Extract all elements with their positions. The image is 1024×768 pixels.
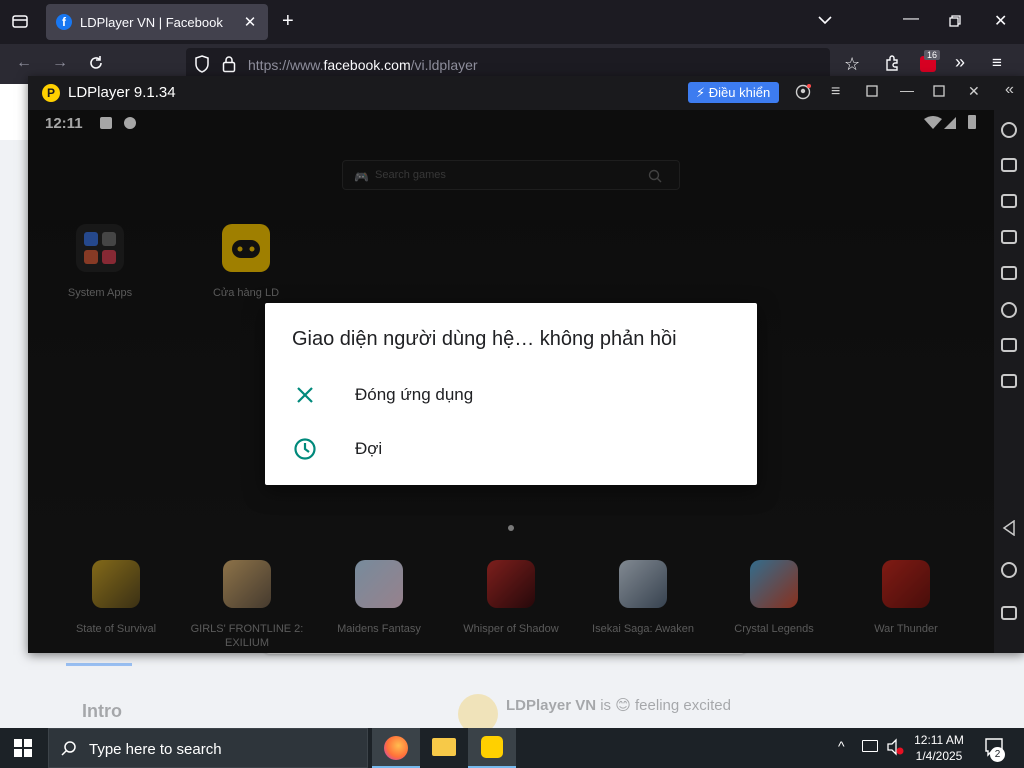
extension-badge-count: 16 — [924, 50, 941, 60]
extensions-icon[interactable] — [884, 55, 900, 76]
close-app-label: Đóng ứng dụng — [355, 385, 474, 404]
volume-muted-icon[interactable] — [886, 738, 904, 761]
account-icon[interactable] — [795, 84, 811, 103]
minimize-window-icon[interactable]: — — [903, 10, 919, 28]
clock-icon — [293, 437, 317, 461]
menu-hamburger-icon[interactable]: ≡ — [992, 53, 1002, 73]
clock-date: 1/4/2025 — [915, 749, 963, 763]
android-home-icon[interactable] — [1001, 562, 1017, 578]
forward-icon[interactable]: → — [52, 54, 68, 72]
taskbar-file-explorer[interactable] — [420, 728, 468, 768]
close-window-icon[interactable]: ✕ — [994, 11, 1007, 31]
url-path: /vi.ldplayer — [410, 57, 478, 73]
post-author[interactable]: LDPlayer VN — [506, 697, 596, 714]
network-icon[interactable] — [862, 740, 878, 752]
more-tools-icon[interactable] — [1001, 374, 1017, 388]
ldplayer-window: P LDPlayer 9.1.34 ⚡ Điều khiển ≡ — ✕ « 1… — [28, 76, 1024, 653]
back-icon[interactable]: ← — [16, 54, 32, 72]
facebook-post-header: LDPlayer VN is 😊 feeling excited — [458, 694, 748, 734]
facebook-header-strip — [0, 84, 28, 140]
reload-icon[interactable] — [88, 55, 104, 76]
ld-maximize-icon[interactable] — [933, 84, 945, 100]
firefox-icon — [384, 736, 408, 760]
ldplayer-window-title: LDPlayer 9.1.34 — [68, 84, 176, 101]
volume-up-icon[interactable] — [1001, 194, 1017, 208]
windows-start-icon[interactable] — [14, 739, 32, 762]
search-icon — [61, 740, 77, 761]
restore-window-icon[interactable] — [949, 14, 961, 32]
ldplayer-logo-icon: P — [42, 84, 60, 102]
notification-count-badge: 2 — [990, 747, 1005, 762]
facebook-favicon-icon: f — [56, 14, 72, 30]
url-text[interactable]: https://www.facebook.com/vi.ldplayer — [248, 57, 478, 73]
fullscreen-icon[interactable] — [1001, 266, 1017, 280]
tracking-protection-shield-icon[interactable] — [194, 55, 210, 78]
settings-icon[interactable] — [1001, 122, 1017, 138]
clock-time: 12:11 AM — [914, 733, 964, 747]
taskbar-search-text: Type here to search — [89, 741, 222, 758]
android-screen: 12:11 🎮 Search games System Apps Cửa hàn… — [28, 110, 994, 653]
ld-close-icon[interactable]: ✕ — [968, 83, 980, 100]
windows-taskbar: Type here to search ^ 12:11 AM 1/4/2025 … — [0, 728, 1024, 768]
android-back-icon[interactable] — [1002, 519, 1016, 541]
android-recents-icon[interactable] — [1001, 606, 1017, 620]
taskbar-clock[interactable]: 12:11 AM 1/4/2025 — [906, 732, 972, 764]
wait-option[interactable]: Đợi — [265, 425, 757, 473]
dialog-title: Giao diện người dùng hệ… không phản hồi — [292, 328, 677, 350]
taskbar-search-box[interactable]: Type here to search — [48, 728, 368, 768]
folder-icon — [432, 738, 456, 756]
intro-heading: Intro — [82, 701, 122, 721]
ldplayer-title-bar: P LDPlayer 9.1.34 ⚡ Điều khiển ≡ — ✕ « — [28, 76, 1024, 110]
close-x-icon — [293, 383, 317, 407]
collapse-sidebar-icon[interactable]: « — [1005, 81, 1014, 99]
taskbar-firefox[interactable] — [372, 728, 420, 768]
bookmark-star-icon[interactable]: ☆ — [844, 54, 860, 75]
add-apk-icon[interactable] — [1001, 338, 1017, 352]
list-all-tabs-icon[interactable] — [818, 12, 832, 30]
volume-down-icon[interactable] — [1001, 230, 1017, 244]
tab-title: LDPlayer VN | Facebook — [80, 14, 223, 30]
url-domain: facebook.com — [323, 57, 411, 73]
taskbar-ldplayer[interactable] — [468, 728, 516, 768]
show-hidden-icons-chevron-icon[interactable]: ^ — [838, 738, 845, 754]
ld-minimize-icon[interactable]: — — [900, 82, 914, 98]
close-app-option[interactable]: Đóng ứng dụng — [265, 371, 757, 419]
operation-record-icon[interactable] — [1001, 302, 1017, 318]
firefox-view-icon[interactable] — [11, 12, 29, 35]
ld-menu-icon[interactable]: ≡ — [831, 83, 840, 101]
control-button-label: Điều khiển — [708, 85, 771, 100]
wait-label: Đợi — [355, 439, 383, 458]
lock-icon[interactable] — [222, 55, 236, 78]
post-author-line: LDPlayer VN is 😊 feeling excited — [506, 696, 731, 714]
new-tab-icon[interactable]: + — [282, 10, 294, 33]
url-prefix: https://www. — [248, 57, 324, 73]
close-tab-icon[interactable]: ✕ — [238, 13, 262, 31]
browser-tab-strip: f LDPlayer VN | Facebook ✕ + — ✕ — [0, 0, 1024, 44]
control-button[interactable]: ⚡ Điều khiển — [688, 82, 780, 103]
ldplayer-sidebar — [994, 110, 1024, 653]
facebook-tab-indicator — [66, 663, 132, 666]
keyboard-mapping-icon[interactable] — [1001, 158, 1017, 172]
more-tools-chevron-icon[interactable]: » — [955, 52, 965, 73]
screen-rotate-icon[interactable] — [865, 84, 879, 101]
anr-dialog: Giao diện người dùng hệ… không phản hồi … — [265, 303, 757, 485]
post-status: is 😊 feeling excited — [596, 697, 731, 714]
ldplayer-taskbar-icon — [481, 736, 503, 758]
browser-tab-facebook[interactable]: f LDPlayer VN | Facebook ✕ — [46, 4, 268, 40]
